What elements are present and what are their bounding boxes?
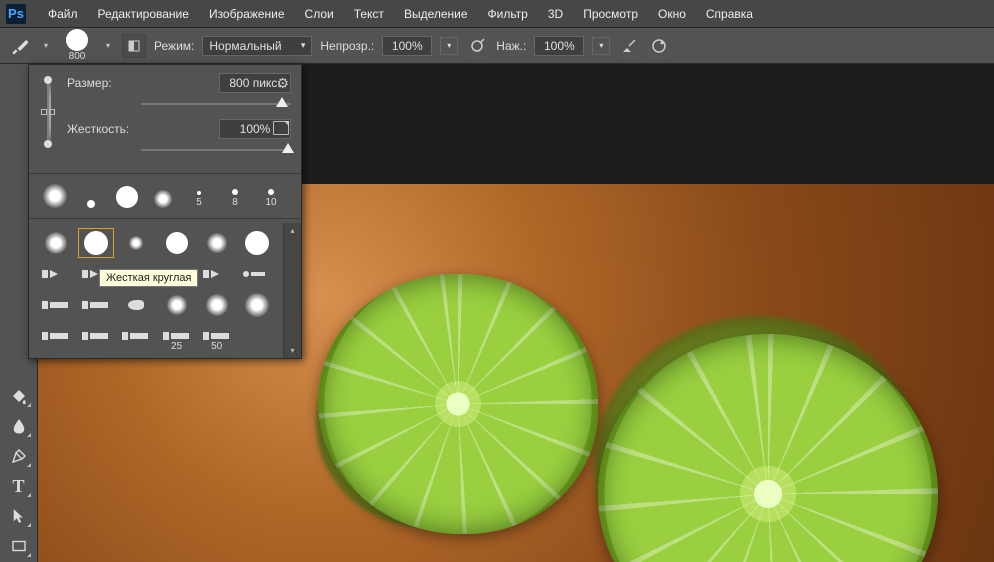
brush-preset[interactable] [240, 291, 274, 319]
brush-preset[interactable] [39, 229, 73, 257]
brush-preset[interactable] [200, 291, 234, 319]
menu-редактирование[interactable]: Редактирование [88, 3, 199, 25]
flow-field[interactable]: 100% [534, 36, 584, 56]
tool-blur[interactable] [6, 414, 32, 438]
flow-label: Наж.: [496, 39, 526, 53]
brush-preset[interactable] [39, 322, 73, 350]
image-content [318, 274, 598, 534]
flow-chevron[interactable]: ▾ [592, 37, 610, 55]
brush-preset[interactable] [39, 260, 73, 288]
brush-hardness-slider[interactable] [141, 143, 291, 157]
menu-bar: Ps ФайлРедактированиеИзображениеСлоиТекс… [0, 0, 994, 28]
menu-фильтр[interactable]: Фильтр [478, 3, 538, 25]
tool-chevron-icon[interactable]: ▾ [40, 41, 52, 50]
tool-path-select[interactable] [6, 504, 32, 528]
brush-preset[interactable]: 25 [160, 322, 194, 350]
menu-выделение[interactable]: Выделение [394, 3, 478, 25]
chevron-down-icon: ▾ [301, 40, 306, 51]
brush-preset-row: 5810 [29, 178, 301, 214]
new-preset-icon[interactable] [273, 121, 289, 135]
menu-текст[interactable]: Текст [344, 3, 394, 25]
menu-просмотр[interactable]: Просмотр [573, 3, 648, 25]
brush-preview-size: 800 [69, 51, 86, 62]
opacity-field[interactable]: 100% [382, 36, 432, 56]
brush-preset[interactable] [200, 260, 234, 288]
mode-label: Режим: [154, 39, 194, 53]
brush-preset[interactable] [119, 291, 153, 319]
brush-preset-panel: Размер: 800 пикс. Жесткость: 100% ⚙ 5810… [28, 64, 302, 359]
blend-mode-select[interactable]: Нормальный ▾ [202, 36, 312, 56]
brush-preset[interactable] [240, 229, 274, 257]
brush-preset[interactable]: 10 [255, 189, 287, 208]
opacity-chevron[interactable]: ▾ [440, 37, 458, 55]
menu-окно[interactable]: Окно [648, 3, 696, 25]
brush-preview-circle-icon [66, 29, 88, 51]
menu-3d[interactable]: 3D [538, 3, 573, 25]
brush-preset[interactable]: 8 [219, 189, 251, 208]
tool-bucket[interactable] [6, 384, 32, 408]
brush-hardness-label: Жесткость: [67, 122, 137, 136]
brush-preset[interactable] [160, 229, 194, 257]
brush-preset[interactable] [39, 291, 73, 319]
brush-preset[interactable] [119, 322, 153, 350]
brush-tool-icon[interactable] [8, 34, 32, 58]
menu-справка[interactable]: Справка [696, 3, 763, 25]
brush-preset-grid: 2550 [29, 223, 283, 358]
brush-preset[interactable] [75, 200, 107, 208]
brush-preset[interactable] [147, 190, 179, 208]
app-logo: Ps [6, 4, 26, 24]
brush-preset[interactable] [200, 229, 234, 257]
menu-слои[interactable]: Слои [295, 3, 344, 25]
brush-preset[interactable]: 5 [183, 191, 215, 208]
size-pressure-button[interactable] [648, 35, 670, 57]
preset-scrollbar[interactable]: ▴ ▾ [283, 223, 301, 358]
brush-preview-chevron-icon[interactable]: ▾ [102, 41, 114, 50]
brush-preset[interactable]: 50 [200, 322, 234, 350]
brush-preset[interactable] [111, 186, 143, 208]
brush-preset[interactable] [39, 184, 71, 208]
brush-angle-control[interactable] [43, 77, 53, 147]
brush-preset[interactable] [240, 322, 274, 350]
brush-preset[interactable] [240, 260, 274, 288]
opacity-label: Непрозр.: [320, 39, 374, 53]
brush-preset[interactable] [160, 291, 194, 319]
tool-pen[interactable] [6, 444, 32, 468]
brush-preview[interactable]: 800 [60, 29, 94, 62]
tool-text[interactable]: T [6, 474, 32, 498]
brush-preset[interactable] [119, 229, 153, 257]
gear-icon[interactable]: ⚙ [276, 75, 289, 92]
brush-size-slider[interactable] [141, 97, 291, 111]
scroll-up-icon[interactable]: ▴ [287, 223, 297, 238]
menu-файл[interactable]: Файл [38, 3, 88, 25]
scroll-down-icon[interactable]: ▾ [287, 343, 297, 358]
brush-tooltip: Жесткая круглая [99, 269, 198, 287]
brush-preset[interactable] [79, 291, 113, 319]
options-bar: ▾ 800 ▾ Режим: Нормальный ▾ Непрозр.: 10… [0, 28, 994, 64]
image-content [598, 334, 938, 562]
tool-rectangle[interactable] [6, 534, 32, 558]
airbrush-button[interactable] [618, 35, 640, 57]
opacity-pressure-button[interactable] [466, 35, 488, 57]
menu-изображение[interactable]: Изображение [199, 3, 295, 25]
blend-mode-value: Нормальный [209, 39, 281, 53]
brush-preset[interactable] [79, 322, 113, 350]
brush-panel-toggle-button[interactable] [122, 34, 146, 58]
brush-preset[interactable] [79, 229, 113, 257]
brush-size-label: Размер: [67, 76, 137, 90]
